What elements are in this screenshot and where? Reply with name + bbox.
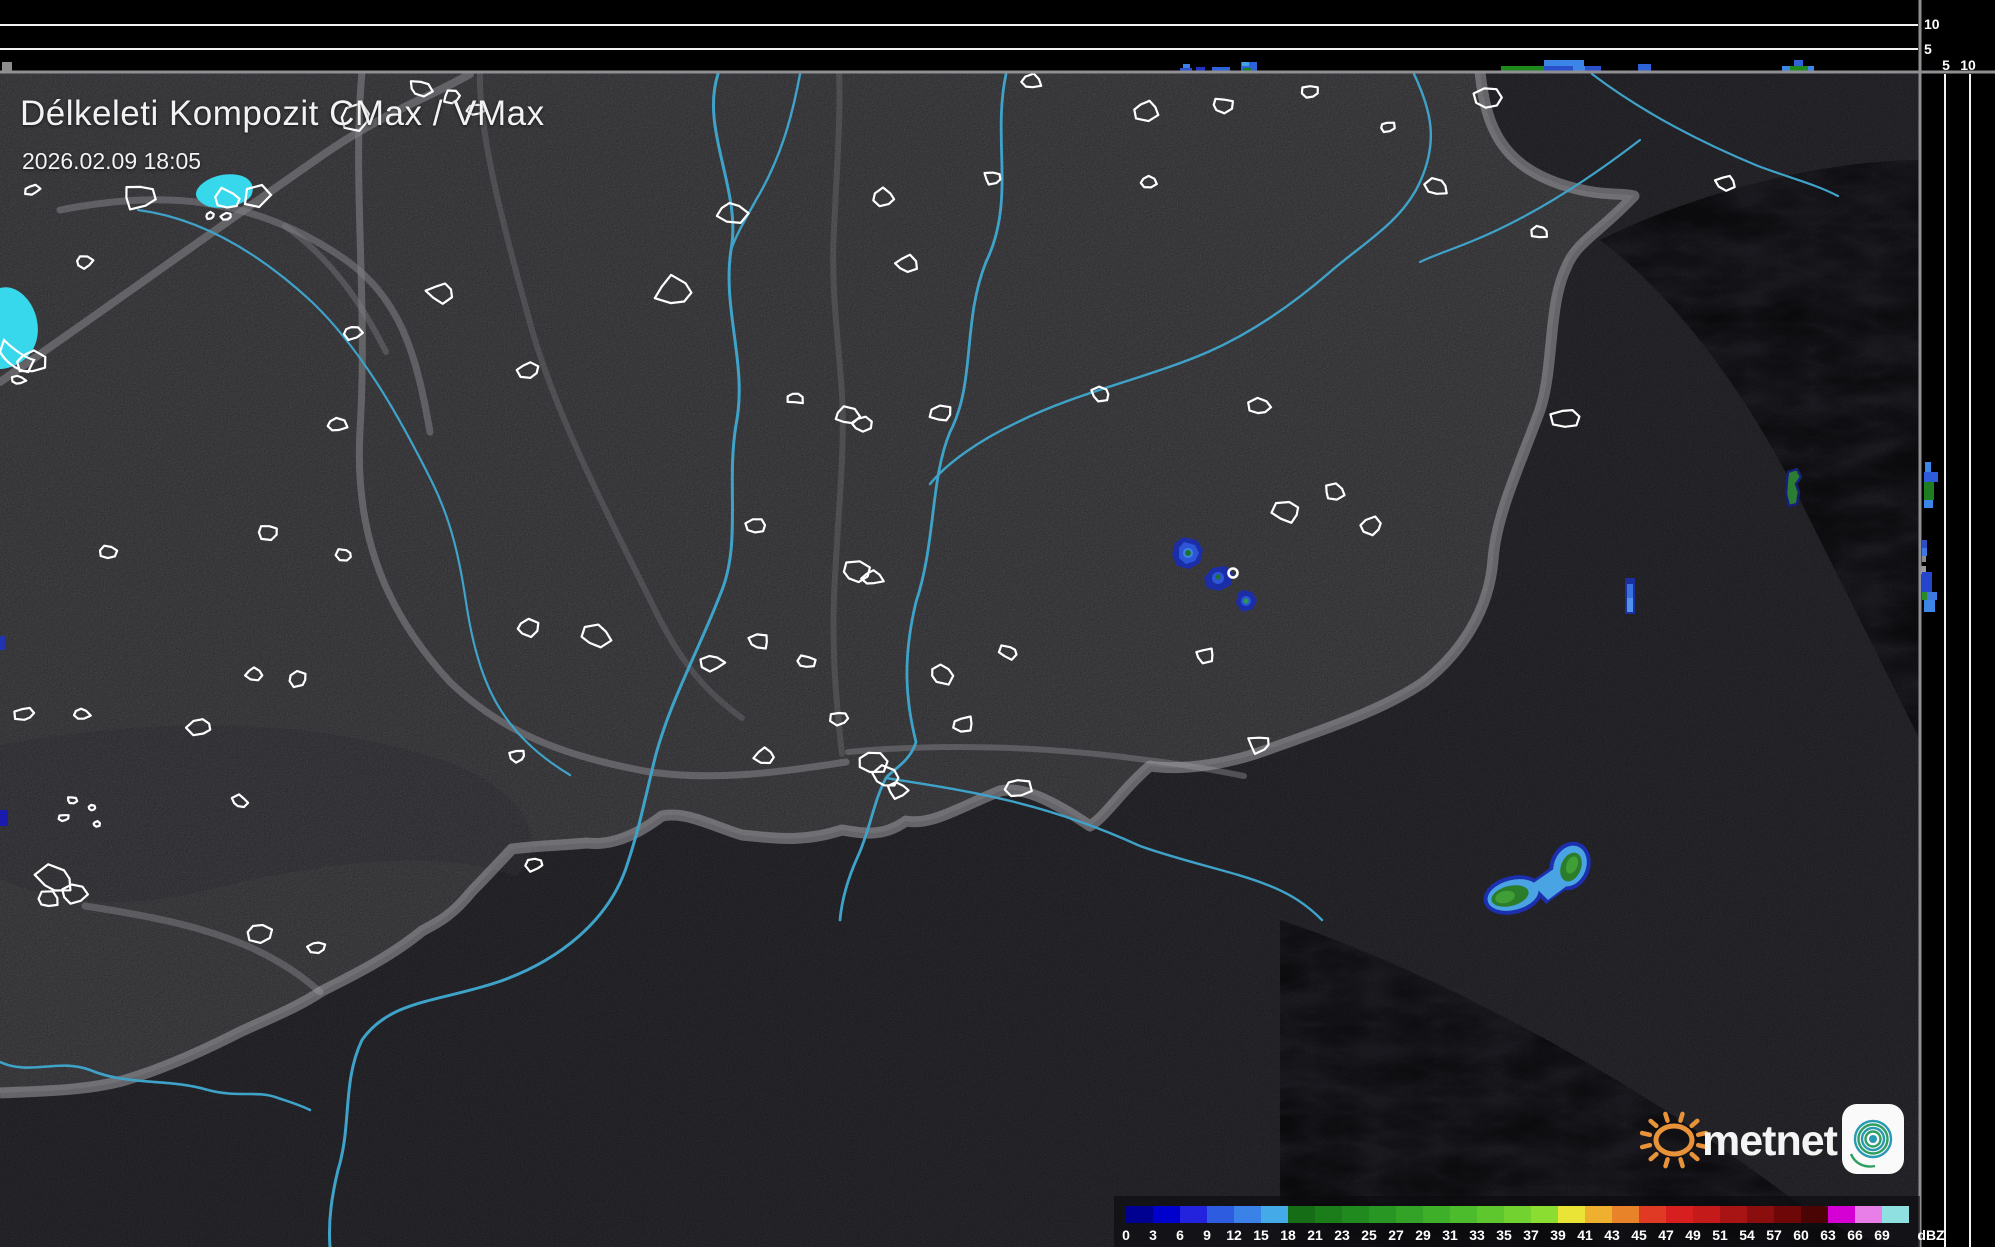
legend-swatch — [1855, 1206, 1882, 1223]
legend-tick-label: 33 — [1469, 1227, 1485, 1243]
corner-marker — [2, 62, 12, 71]
legend-swatch — [1801, 1206, 1828, 1223]
legend-swatch — [1531, 1206, 1558, 1223]
legend-swatch — [1477, 1206, 1504, 1223]
altitude-axis-label: 5 — [1942, 57, 1950, 73]
legend-swatch — [1126, 1206, 1153, 1223]
legend-tick-label: 31 — [1442, 1227, 1458, 1243]
legend-swatch — [1774, 1206, 1801, 1223]
legend-tick-label: 54 — [1739, 1227, 1755, 1243]
profile-pixel — [1925, 462, 1931, 472]
legend-swatch — [1666, 1206, 1693, 1223]
profile-pixel — [1924, 500, 1933, 508]
legend-swatch — [1207, 1206, 1234, 1223]
legend-tick-label: 23 — [1334, 1227, 1350, 1243]
radar-echo — [0, 636, 5, 650]
legend-swatch — [1720, 1206, 1747, 1223]
legend-tick-label: 69 — [1874, 1227, 1890, 1243]
radar-echo — [1215, 574, 1221, 580]
legend-tick-label: 41 — [1577, 1227, 1593, 1243]
radar-echo — [0, 810, 8, 826]
legend-swatch — [1234, 1206, 1261, 1223]
legend-tick-label: 27 — [1388, 1227, 1404, 1243]
legend-tick-label: 60 — [1793, 1227, 1809, 1243]
legend-swatch — [1423, 1206, 1450, 1223]
legend-swatch — [1261, 1206, 1288, 1223]
sun-icon — [1639, 1111, 1709, 1169]
legend-tick-label: 6 — [1176, 1227, 1184, 1243]
legend-unit: dBZ — [1917, 1227, 1945, 1243]
legend-swatch — [1180, 1206, 1207, 1223]
legend-swatch — [1828, 1206, 1855, 1223]
profile-pixel — [1794, 60, 1803, 66]
legend-swatch — [1585, 1206, 1612, 1223]
radar-composite-app: 10 5 5 10 0 3 6 9 12 15 18 21 23 25 27 29 31 33 35 37 39 41 4… — [0, 0, 1995, 1247]
profile-pixel — [1922, 572, 1932, 592]
legend-tick-label: 57 — [1766, 1227, 1782, 1243]
legend-tick-label: 66 — [1847, 1227, 1863, 1243]
profile-pixel — [1922, 592, 1927, 600]
altitude-axis-label: 5 — [1924, 41, 1932, 57]
profile-pixel — [1544, 60, 1584, 66]
legend-tick-label: 47 — [1658, 1227, 1674, 1243]
legend-tick-label: 18 — [1280, 1227, 1296, 1243]
logo-wordmark: metnet — [1702, 1117, 1838, 1165]
legend-swatch — [1342, 1206, 1369, 1223]
product-title: Délkeleti Kompozit CMax / VMax — [20, 94, 545, 133]
legend-swatch — [1693, 1206, 1720, 1223]
app-spiral-icon — [1842, 1104, 1904, 1174]
legend-swatch — [1558, 1206, 1585, 1223]
legend-swatch — [1315, 1206, 1342, 1223]
legend-tick-label: 49 — [1685, 1227, 1701, 1243]
legend-tick-label: 45 — [1631, 1227, 1647, 1243]
profile-pixel — [1924, 482, 1934, 500]
radar-map[interactable]: 1055 10 0 3 6 9 12 15 18 21 23 25 27 29 31 33 35 37 39 41 4… — [0, 0, 1995, 1247]
profile-pixel — [1922, 540, 1927, 548]
profile-pixel — [1183, 64, 1190, 68]
legend-tick-label: 29 — [1415, 1227, 1431, 1243]
legend-swatch — [1504, 1206, 1531, 1223]
legend-swatch — [1369, 1206, 1396, 1223]
profile-pixel — [1922, 556, 1926, 562]
legend-tick-label: 12 — [1226, 1227, 1242, 1243]
legend-tick-label: 21 — [1307, 1227, 1323, 1243]
legend-tick-label: 25 — [1361, 1227, 1377, 1243]
legend-swatch — [1747, 1206, 1774, 1223]
legend-tick-label: 0 — [1122, 1227, 1130, 1243]
legend-tick-label: 51 — [1712, 1227, 1728, 1243]
legend-swatch — [1450, 1206, 1477, 1223]
legend-swatch — [1153, 1206, 1180, 1223]
map-layers — [0, 68, 1920, 1247]
legend-tick-label: 3 — [1149, 1227, 1157, 1243]
radar-echo — [1627, 598, 1633, 612]
legend-tick-label: 63 — [1820, 1227, 1836, 1243]
radar-echo — [1243, 598, 1249, 604]
legend-swatch — [1882, 1206, 1909, 1223]
top-strip-background — [0, 0, 1995, 72]
metnet-logo: metnet — [1639, 1104, 1904, 1174]
legend-tick-label: 39 — [1550, 1227, 1566, 1243]
legend-tick-label: 35 — [1496, 1227, 1512, 1243]
right-strip-background — [1922, 0, 1995, 1247]
altitude-axis-label: 10 — [1960, 57, 1976, 73]
profile-pixel — [1922, 548, 1927, 556]
legend-swatch — [1288, 1206, 1315, 1223]
profile-pixel — [1924, 472, 1938, 482]
profile-pixel — [1242, 62, 1249, 66]
timestamp: 2026.02.09 18:05 — [22, 148, 202, 174]
legend-swatch — [1396, 1206, 1423, 1223]
legend-tick-label: 37 — [1523, 1227, 1539, 1243]
profile-pixel — [1924, 600, 1935, 612]
profile-pixel — [1927, 592, 1937, 600]
legend-swatch — [1639, 1206, 1666, 1223]
dbz-legend: 0 3 6 9 12 15 18 21 23 25 27 29 31 33 35 37 39 41 43 45 47 49… — [1114, 1196, 1945, 1247]
legend-swatch — [1612, 1206, 1639, 1223]
legend-tick-label: 15 — [1253, 1227, 1269, 1243]
altitude-axis-label: 10 — [1924, 16, 1940, 32]
legend-tick-label: 43 — [1604, 1227, 1620, 1243]
legend-tick-label: 9 — [1203, 1227, 1211, 1243]
radar-echo — [1185, 550, 1191, 556]
vertical-profile-top — [0, 0, 1995, 73]
